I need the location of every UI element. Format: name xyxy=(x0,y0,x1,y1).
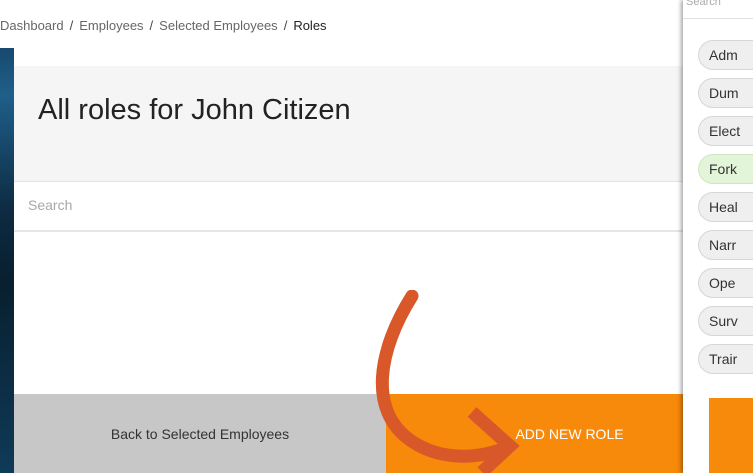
back-to-selected-employees-button[interactable]: Back to Selected Employees xyxy=(14,394,386,473)
roles-window: Dashboard / Employees / Selected Employees / R… xyxy=(0,0,753,473)
role-chip[interactable]: Narr xyxy=(698,230,753,260)
role-chip[interactable]: Surv xyxy=(698,306,753,336)
breadcrumb-selected-employees[interactable]: Selected Employees xyxy=(159,18,278,33)
breadcrumb-separator: / xyxy=(69,18,74,33)
breadcrumb-separator: / xyxy=(283,18,288,33)
add-role-label: ADD NEW ROLE xyxy=(515,425,624,442)
breadcrumb-employees[interactable]: Employees xyxy=(79,18,143,33)
role-chip[interactable]: Dum xyxy=(698,78,753,108)
page-title: All roles for John Citizen xyxy=(38,94,351,126)
role-list: Adm Dum Elect Fork Heal Narr Ope Surv Trair xyxy=(698,40,753,382)
role-chip[interactable]: Elect xyxy=(698,116,753,146)
role-chip[interactable]: Adm xyxy=(698,40,753,70)
role-chip[interactable]: Fork xyxy=(698,154,753,184)
role-picker-panel: Search Adm Dum Elect Fork Heal Narr Ope Surv Tra… xyxy=(683,0,753,473)
panel-footer-edge xyxy=(683,398,710,456)
role-chip[interactable]: Heal xyxy=(698,192,753,222)
breadcrumb-current: Roles xyxy=(293,18,327,33)
breadcrumb: Dashboard / Employees / Selected Employees / R… xyxy=(0,0,700,48)
breadcrumb-separator: / xyxy=(149,18,154,33)
search-input[interactable] xyxy=(14,182,710,228)
desktop-background xyxy=(0,0,14,473)
breadcrumb-dashboard[interactable]: Dashboard xyxy=(0,18,64,33)
role-search-input[interactable]: Search xyxy=(683,0,753,19)
panel-action-button[interactable] xyxy=(709,398,753,473)
back-button-label: Back to Selected Employees xyxy=(110,425,290,442)
title-section: All roles for John Citizen xyxy=(14,66,753,182)
role-chip[interactable]: Trair xyxy=(698,344,753,374)
search-bar xyxy=(14,182,753,232)
role-chip[interactable]: Ope xyxy=(698,268,753,298)
